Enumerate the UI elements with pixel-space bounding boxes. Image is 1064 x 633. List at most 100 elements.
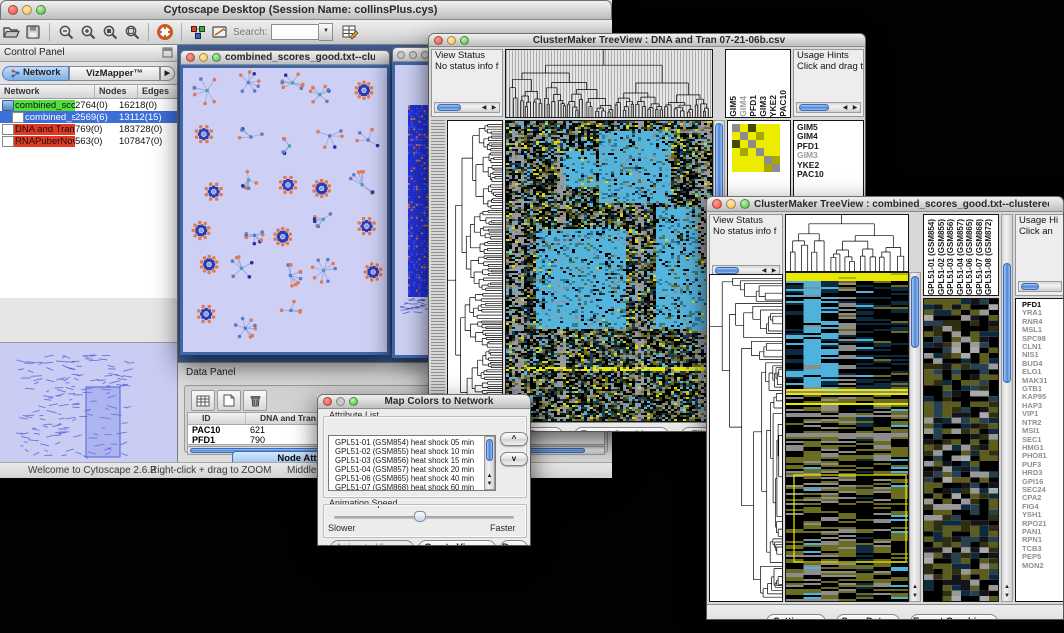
col-network[interactable]: Network [0, 85, 95, 98]
attribute-list-item[interactable]: GPL51-01 (GSM854) heat shock 05 min [332, 438, 495, 447]
column-label: GPL51-07 (GSM868) [975, 219, 984, 295]
column-label: YKE2 [769, 95, 778, 117]
tv1-row-dendrogram[interactable] [447, 120, 503, 422]
network-canvas[interactable] [180, 65, 390, 355]
attribute-list-item[interactable]: GPL51-04 (GSM857) heat shock 20 min [332, 465, 495, 474]
map-colors-dialog: Map Colors to Network Attribute List GPL… [317, 394, 531, 546]
treeview2-title: ClusterMaker TreeView : combined_scores_… [754, 199, 1049, 210]
help-icon[interactable] [154, 22, 176, 42]
zoom-window-icon[interactable] [36, 5, 46, 15]
tv2-gene-scrollbar[interactable]: ▲▼ [1001, 214, 1013, 602]
data-panel-title: Data Panel [186, 367, 235, 378]
close-icon[interactable] [186, 53, 195, 62]
birdseye-view[interactable] [0, 342, 177, 463]
network-name: DNA and Tran 07 [14, 124, 75, 135]
col-edges[interactable]: Edges [138, 85, 176, 98]
tv2-row-dendrogram[interactable] [709, 274, 783, 602]
attribute-list-item[interactable]: GPL51-07 (GSM868) heat shock 60 min [332, 483, 495, 491]
zoom-fit-icon[interactable] [121, 22, 143, 42]
network-canvas-2[interactable] [392, 62, 432, 358]
treeview1-titlebar[interactable]: ClusterMaker TreeView : DNA and Tran 07-… [428, 33, 866, 47]
network-view2-titlebar[interactable] [392, 47, 432, 62]
delete-attribute-icon[interactable] [243, 390, 267, 411]
move-down-button[interactable]: v [500, 452, 528, 466]
network-overview-icon[interactable] [187, 22, 209, 42]
tv2-hints-scrollbar[interactable] [1018, 281, 1062, 292]
tv1-heatmap[interactable] [505, 120, 713, 422]
zoom-selected-icon[interactable] [99, 22, 121, 42]
attribute-list[interactable]: GPL51-01 (GSM854) heat shock 05 minGPL51… [328, 435, 496, 491]
save-icon[interactable] [22, 22, 44, 42]
column-label: GPL51-03 (GSM856) [946, 219, 955, 295]
tv2-zoom-heatmap[interactable] [923, 298, 999, 602]
tv2-vscrollbar[interactable]: ▲▼ [909, 272, 921, 602]
minimize-icon[interactable] [409, 51, 417, 59]
close-icon[interactable] [8, 5, 18, 15]
network-name: RNAPuberNov2+ [14, 136, 75, 147]
done-button[interactable]: Done [500, 540, 528, 546]
column-label: GIM5 [729, 96, 738, 117]
create-vizmap-button[interactable]: Create Vizmap [418, 540, 496, 546]
zoom-window-icon[interactable] [460, 36, 469, 45]
attribute-list-scrollbar[interactable]: ▲▼ [484, 436, 495, 490]
zoom-in-icon[interactable] [77, 22, 99, 42]
new-attribute-icon[interactable] [217, 390, 241, 411]
search-dropdown-icon[interactable]: ▼ [319, 23, 333, 41]
tv1-status-scrollbar[interactable]: ◀▶ [434, 102, 500, 113]
export-graphics-button[interactable]: Export Graphics... [910, 614, 998, 620]
tv1-row-overview[interactable] [431, 120, 445, 422]
network-row[interactable]: DNA and Tran 07 769(0) 183728(0) [0, 123, 177, 135]
move-up-button[interactable]: ^ [500, 432, 528, 446]
tv2-heatmap[interactable] [785, 272, 909, 602]
zoom-window-icon[interactable] [349, 397, 358, 406]
treeview-window-combined: ClusterMaker TreeView : combined_scores_… [706, 196, 1064, 620]
col-nodes[interactable]: Nodes [95, 85, 138, 98]
attribute-table-icon[interactable] [191, 390, 215, 411]
minimize-icon[interactable] [199, 53, 208, 62]
open-file-icon[interactable] [0, 22, 22, 42]
attribute-list-item[interactable]: GPL51-06 (GSM865) heat shock 40 min [332, 474, 495, 483]
dialog-titlebar[interactable]: Map Colors to Network [317, 394, 531, 409]
tv2-column-dendrogram[interactable] [785, 214, 909, 272]
minimize-icon[interactable] [447, 36, 456, 45]
settings-button[interactable]: Settings... [766, 614, 826, 620]
faster-label: Faster [490, 523, 516, 533]
search-input[interactable] [271, 24, 319, 40]
tv2-column-labels: GPL51-01 (GSM854)GPL51-02 (GSM855)GPL51-… [923, 214, 999, 296]
tv1-hints-scrollbar[interactable]: ◀▶ [796, 102, 861, 113]
slider-thumb[interactable] [414, 511, 426, 522]
tab-vizmapper[interactable]: VizMapper™ [69, 66, 159, 81]
treeview2-titlebar[interactable]: ClusterMaker TreeView : combined_scores_… [706, 196, 1064, 212]
close-icon[interactable] [397, 51, 405, 59]
float-panel-icon[interactable] [162, 47, 173, 58]
main-window-title: Cytoscape Desktop (Session Name: collins… [50, 4, 551, 16]
annotation-icon[interactable] [209, 22, 231, 42]
attribute-list-item[interactable]: GPL51-02 (GSM855) heat shock 10 min [332, 447, 495, 456]
tv1-column-dendrogram[interactable] [505, 49, 713, 118]
gene-label: MON2 [1019, 562, 1063, 570]
minimize-icon[interactable] [22, 5, 32, 15]
dialog-title: Map Colors to Network [362, 396, 516, 407]
close-icon[interactable] [712, 199, 722, 209]
control-panel-tabs: Network VizMapper™ ▶ [0, 62, 177, 84]
close-icon[interactable] [434, 36, 443, 45]
column-label: GPL51-06 (GSM865) [965, 219, 974, 295]
export-graphics-button[interactable]: Export Graphics... [574, 427, 669, 432]
close-icon[interactable] [323, 397, 332, 406]
network-row[interactable]: combined_sco 2569(6) 13112(15) [0, 111, 177, 123]
minimize-icon[interactable] [336, 397, 345, 406]
attribute-browser-icon[interactable] [339, 22, 361, 42]
animate-vizmap-button[interactable]: Animate Vizmap [330, 540, 414, 546]
tab-more-icon[interactable]: ▶ [160, 66, 175, 81]
main-titlebar[interactable]: Cytoscape Desktop (Session Name: collins… [0, 0, 612, 20]
save-data-button[interactable]: Save Data... [836, 614, 900, 620]
network-row[interactable]: RNAPuberNov2+ 563(0) 107847(0) [0, 135, 177, 147]
network-view-titlebar[interactable]: combined_scores_good.txt--cluste... [180, 50, 390, 65]
zoom-window-icon[interactable] [740, 199, 750, 209]
tab-network[interactable]: Network [2, 66, 69, 81]
network-row[interactable]: combined_scores 2764(0) 16218(0) [0, 99, 177, 111]
attribute-list-item[interactable]: GPL51-03 (GSM856) heat shock 15 min [332, 456, 495, 465]
zoom-window-icon[interactable] [212, 53, 221, 62]
minimize-icon[interactable] [726, 199, 736, 209]
zoom-out-icon[interactable] [55, 22, 77, 42]
